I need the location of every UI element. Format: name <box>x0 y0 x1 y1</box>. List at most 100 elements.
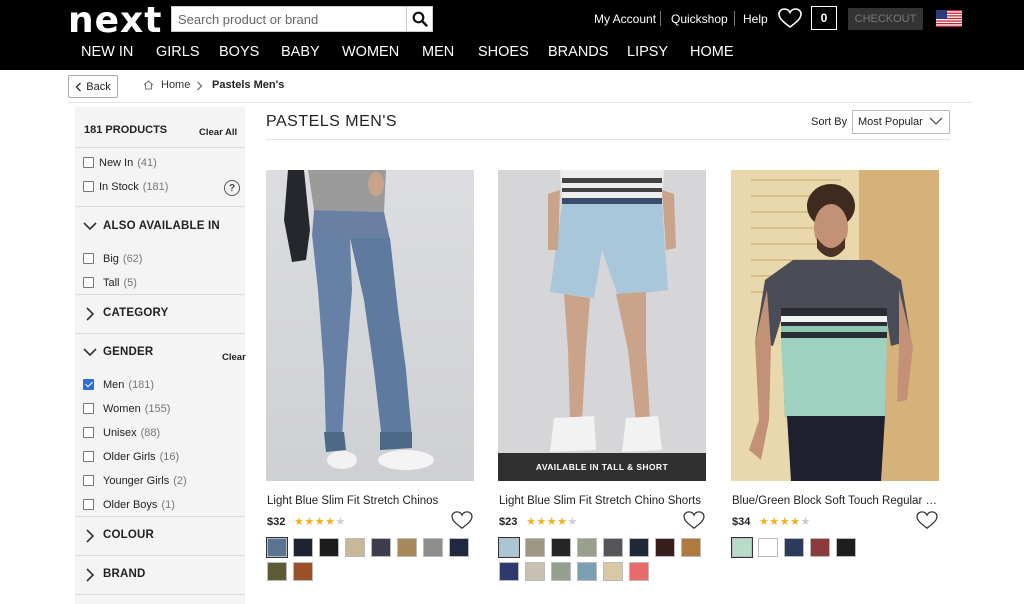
filter-option-women[interactable]: Women (155) <box>103 403 170 415</box>
colour-swatch[interactable] <box>267 562 287 581</box>
nav-shoes[interactable]: SHOES <box>478 44 529 60</box>
product-name[interactable]: Light Blue Slim Fit Stretch Chinos <box>267 495 473 507</box>
filter-option-older-boys[interactable]: Older Boys (1) <box>103 499 175 511</box>
product-image[interactable]: AVAILABLE IN TALL & SHORT <box>498 170 706 481</box>
filter-option-in-stock[interactable]: In Stock (181) <box>99 181 168 193</box>
chevron-right-icon[interactable] <box>86 568 95 582</box>
colour-swatch[interactable] <box>629 562 649 581</box>
divider <box>734 11 735 26</box>
favourite-heart-icon[interactable] <box>451 511 473 530</box>
filter-option-younger-girls[interactable]: Younger Girls (2) <box>103 475 187 487</box>
nav-women[interactable]: WOMEN <box>342 44 399 60</box>
star-rating: ★★★★★ <box>759 516 811 528</box>
tall-checkbox[interactable] <box>83 277 94 288</box>
section-brand[interactable]: BRAND <box>103 568 146 580</box>
colour-swatch[interactable] <box>449 538 469 557</box>
colour-swatch[interactable] <box>784 538 804 557</box>
colour-swatch[interactable] <box>499 562 519 581</box>
favourite-heart-icon[interactable] <box>916 511 938 530</box>
colour-swatch[interactable] <box>397 538 417 557</box>
us-flag-icon[interactable] <box>936 10 962 27</box>
nav-girls[interactable]: GIRLS <box>156 44 200 60</box>
nav-new-in[interactable]: NEW IN <box>81 44 133 60</box>
filter-option-big[interactable]: Big (62) <box>103 253 142 265</box>
big-checkbox[interactable] <box>83 253 94 264</box>
colour-swatch[interactable] <box>266 537 288 558</box>
filter-option-new-in[interactable]: New In (41) <box>99 157 157 169</box>
colour-swatch[interactable] <box>731 537 753 558</box>
chevron-right-icon[interactable] <box>86 307 95 321</box>
favourite-heart-icon[interactable] <box>683 511 705 530</box>
nav-men[interactable]: MEN <box>422 44 454 60</box>
my-account-link[interactable]: My Account <box>594 12 656 26</box>
next-logo[interactable]: next <box>68 0 162 41</box>
new-in-checkbox[interactable] <box>83 157 94 168</box>
product-name[interactable]: Light Blue Slim Fit Stretch Chino Shorts <box>499 495 705 507</box>
section-gender[interactable]: GENDER <box>103 346 153 358</box>
colour-swatch[interactable] <box>810 538 830 557</box>
section-also-available[interactable]: ALSO AVAILABLE IN <box>103 220 220 232</box>
men-checkbox[interactable] <box>83 379 94 390</box>
search-input[interactable] <box>172 7 406 31</box>
quickshop-link[interactable]: Quickshop <box>671 12 728 26</box>
colour-swatch[interactable] <box>293 538 313 557</box>
colour-swatch[interactable] <box>345 538 365 557</box>
gender-clear-link[interactable]: Clear <box>222 352 246 363</box>
divider <box>68 102 972 103</box>
in-stock-checkbox[interactable] <box>83 181 94 192</box>
colour-swatch[interactable] <box>836 538 856 557</box>
younger-girls-checkbox[interactable] <box>83 475 94 486</box>
breadcrumb-home-link[interactable]: Home <box>161 79 190 91</box>
help-link[interactable]: Help <box>743 12 768 26</box>
colour-swatch[interactable] <box>577 562 597 581</box>
colour-swatch[interactable] <box>551 562 571 581</box>
colour-swatch[interactable] <box>603 562 623 581</box>
colour-swatch[interactable] <box>577 538 597 557</box>
filter-option-older-girls[interactable]: Older Girls (16) <box>103 451 179 463</box>
filter-sidebar: 181 PRODUCTS Clear All New In (41) In Sto… <box>75 107 246 604</box>
nav-boys[interactable]: BOYS <box>219 44 259 60</box>
filter-option-tall[interactable]: Tall (5) <box>103 277 137 289</box>
filter-option-unisex[interactable]: Unisex (88) <box>103 427 160 439</box>
product-image[interactable] <box>266 170 474 481</box>
search-button[interactable] <box>406 7 433 31</box>
older-boys-checkbox[interactable] <box>83 499 94 510</box>
half-star-icon: ★ <box>800 516 811 528</box>
colour-swatch[interactable] <box>498 537 520 558</box>
nav-home[interactable]: HOME <box>690 44 734 60</box>
chevron-right-icon[interactable] <box>86 529 95 543</box>
colour-swatch[interactable] <box>603 538 623 557</box>
product-image[interactable] <box>731 170 939 481</box>
older-girls-checkbox[interactable] <box>83 451 94 462</box>
option-count: (41) <box>137 157 157 169</box>
colour-swatch[interactable] <box>758 538 778 557</box>
colour-swatch[interactable] <box>629 538 649 557</box>
clear-all-link[interactable]: Clear All <box>199 127 237 138</box>
colour-swatch[interactable] <box>319 538 339 557</box>
nav-baby[interactable]: BABY <box>281 44 320 60</box>
colour-swatch[interactable] <box>655 538 675 557</box>
back-button[interactable]: Back <box>68 75 118 98</box>
help-circle-icon[interactable]: ? <box>224 180 240 196</box>
nav-lipsy[interactable]: LIPSY <box>627 44 668 60</box>
filter-option-men[interactable]: Men (181) <box>103 379 154 391</box>
product-name[interactable]: Blue/Green Block Soft Touch Regular Fit … <box>732 495 938 507</box>
colour-swatch[interactable] <box>293 562 313 581</box>
favourites-heart-icon[interactable] <box>778 8 802 29</box>
colour-swatch[interactable] <box>551 538 571 557</box>
nav-brands[interactable]: BRANDS <box>548 44 608 60</box>
colour-swatch[interactable] <box>525 538 545 557</box>
colour-swatch[interactable] <box>525 562 545 581</box>
checkout-button[interactable]: CHECKOUT <box>848 8 923 30</box>
sort-dropdown[interactable]: Most Popular <box>852 110 950 134</box>
chevron-down-icon[interactable] <box>83 222 97 231</box>
women-checkbox[interactable] <box>83 403 94 414</box>
section-colour[interactable]: COLOUR <box>103 529 154 541</box>
colour-swatch[interactable] <box>371 538 391 557</box>
chevron-down-icon[interactable] <box>83 348 97 357</box>
colour-swatch[interactable] <box>423 538 443 557</box>
section-category[interactable]: CATEGORY <box>103 307 169 319</box>
shopping-bag-button[interactable]: 0 <box>811 6 837 30</box>
unisex-checkbox[interactable] <box>83 427 94 438</box>
colour-swatch[interactable] <box>681 538 701 557</box>
